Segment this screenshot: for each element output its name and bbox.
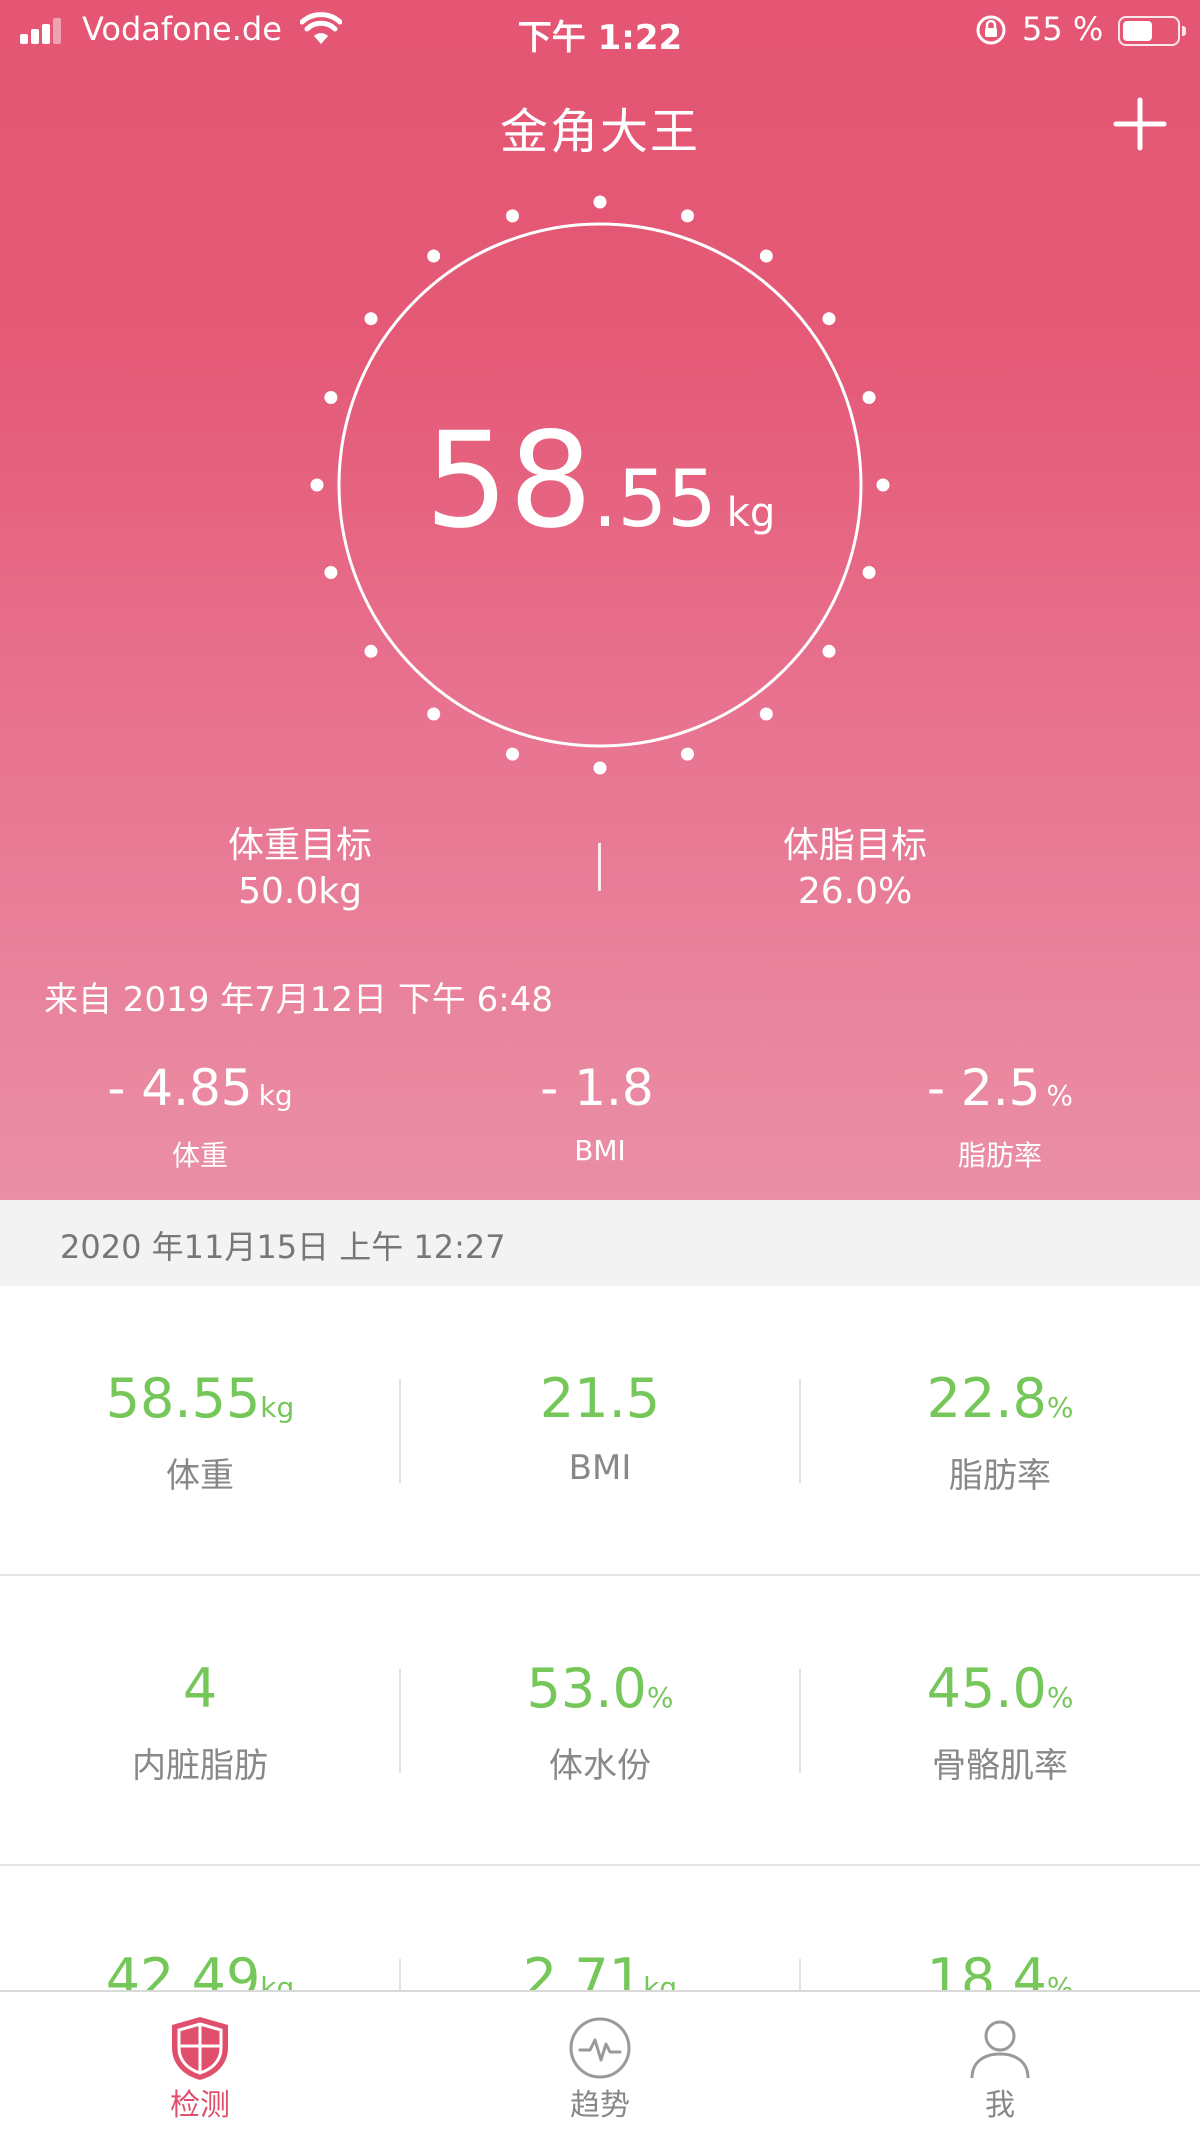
bmi-change-value: - 1.8 bbox=[540, 1059, 654, 1117]
weight-goal-label: 体重目标 bbox=[227, 825, 372, 866]
metric-weight[interactable]: 58.55kg 体重 bbox=[0, 1286, 400, 1576]
metric-label: 内脏脂肪 bbox=[132, 1746, 268, 1786]
status-bar: Vodafone.de 下午 1:22 55 % bbox=[0, 0, 1200, 60]
metric-unit: % bbox=[1046, 1681, 1074, 1714]
tab-me[interactable]: 我 bbox=[850, 1992, 1150, 2134]
current-weight: 58.55 kg bbox=[0, 415, 1200, 547]
gauge-dot bbox=[759, 707, 773, 721]
metric-label: 体重 bbox=[166, 1456, 234, 1496]
gauge-dot bbox=[324, 391, 338, 404]
status-time: 下午 1:22 bbox=[517, 18, 683, 58]
battery-icon bbox=[1118, 16, 1186, 46]
metric-row: 58.55kg 体重 21.5 BMI 22.8% 脂肪率 bbox=[0, 1286, 1200, 1576]
metric-value: 21.5 bbox=[539, 1367, 661, 1430]
gauge-dot bbox=[324, 566, 338, 579]
goal-divider bbox=[598, 843, 601, 891]
metric-value: 4 bbox=[182, 1657, 218, 1720]
fat-goal[interactable]: 体脂目标 26.0% bbox=[705, 823, 1005, 915]
plus-icon[interactable] bbox=[1112, 96, 1168, 152]
fat-rate-change-value: - 2.5 bbox=[926, 1059, 1041, 1117]
gauge-dot bbox=[681, 209, 694, 223]
fat-rate-change-label: 脂肪率 bbox=[957, 1139, 1042, 1172]
gauge-dot bbox=[506, 747, 519, 761]
battery-percent: 55 % bbox=[1022, 10, 1104, 48]
tab-label: 检测 bbox=[170, 2088, 230, 2123]
metric-fat-rate[interactable]: 22.8% 脂肪率 bbox=[800, 1286, 1200, 1576]
weight-change-unit: kg bbox=[258, 1079, 293, 1112]
tab-bar: 检测 趋势 我 bbox=[0, 1990, 1200, 2134]
metric-bmi[interactable]: 21.5 BMI bbox=[400, 1286, 800, 1576]
metric-value: 45.0 bbox=[926, 1657, 1047, 1720]
bmi-change: - 1.8 BMI bbox=[450, 1058, 750, 1167]
weight-goal-value: 50.0kg bbox=[238, 871, 362, 912]
metric-label: 骨骼肌率 bbox=[932, 1746, 1068, 1786]
weight-unit: kg bbox=[726, 490, 776, 536]
bmi-change-label: BMI bbox=[574, 1134, 626, 1167]
tab-label: 趋势 bbox=[570, 2088, 630, 2123]
fat-rate-change: - 2.5% 脂肪率 bbox=[850, 1058, 1150, 1174]
tab-detect[interactable]: 检测 bbox=[50, 1992, 350, 2134]
gauge-dot bbox=[427, 249, 441, 263]
weight-change-label: 体重 bbox=[171, 1139, 228, 1172]
metric-label: BMI bbox=[568, 1448, 632, 1488]
fat-goal-label: 体脂目标 bbox=[782, 825, 927, 866]
gauge-dot bbox=[822, 644, 836, 658]
measurement-date-band: 2020 年11月15日 上午 12:27 bbox=[0, 1200, 1200, 1286]
weight-change-value: - 4.85 bbox=[107, 1059, 253, 1117]
gauge-dot bbox=[862, 391, 876, 404]
metric-value: 53.0 bbox=[526, 1657, 647, 1720]
hero-panel: Vodafone.de 下午 1:22 55 % 金角大王 58.55 kg 体重… bbox=[0, 0, 1200, 1200]
gauge-dot bbox=[759, 249, 773, 263]
metric-visceral-fat[interactable]: 4 内脏脂肪 bbox=[0, 1576, 400, 1866]
person-icon bbox=[970, 2020, 1030, 2079]
shield-icon bbox=[172, 2017, 228, 2080]
pulse-icon bbox=[569, 2017, 631, 2079]
gauge-dot bbox=[681, 747, 694, 761]
metric-body-water[interactable]: 53.0% 体水份 bbox=[400, 1576, 800, 1866]
metric-unit: kg bbox=[260, 1391, 295, 1424]
since-date: 来自 2019 年7月12日 下午 6:48 bbox=[44, 980, 554, 1020]
metric-value: 58.55 bbox=[105, 1367, 261, 1430]
gauge-dot bbox=[364, 312, 378, 326]
fat-goal-value: 26.0% bbox=[797, 871, 913, 912]
gauge-dot bbox=[822, 312, 836, 326]
metric-unit: % bbox=[646, 1681, 674, 1714]
rotation-lock-icon bbox=[976, 15, 1006, 45]
metric-label: 脂肪率 bbox=[949, 1456, 1051, 1496]
metric-skeletal-muscle[interactable]: 45.0% 骨骼肌率 bbox=[800, 1576, 1200, 1866]
weight-goal[interactable]: 体重目标 50.0kg bbox=[150, 823, 450, 915]
gauge-dot bbox=[862, 566, 876, 579]
gauge-dot bbox=[506, 209, 519, 223]
fat-rate-change-unit: % bbox=[1046, 1079, 1074, 1112]
metric-label: 体水份 bbox=[549, 1746, 651, 1786]
measurement-date: 2020 年11月15日 上午 12:27 bbox=[60, 1228, 506, 1266]
gauge-dot bbox=[593, 761, 607, 775]
tab-trend[interactable]: 趋势 bbox=[450, 1992, 750, 2134]
gauge-dot bbox=[427, 707, 441, 721]
weight-integer: 58 bbox=[424, 404, 593, 558]
weight-change: - 4.85 kg 体重 bbox=[50, 1058, 350, 1174]
metric-row: 4 内脏脂肪 53.0% 体水份 45.0% 骨骼肌率 bbox=[0, 1576, 1200, 1866]
gauge-dot bbox=[593, 195, 607, 209]
tab-label: 我 bbox=[985, 2088, 1015, 2123]
metric-unit: % bbox=[1046, 1391, 1074, 1424]
weight-decimal: .55 bbox=[592, 455, 717, 545]
page-title: 金角大王 bbox=[499, 104, 700, 160]
gauge-dot bbox=[364, 644, 378, 658]
metric-value: 22.8 bbox=[926, 1367, 1047, 1430]
